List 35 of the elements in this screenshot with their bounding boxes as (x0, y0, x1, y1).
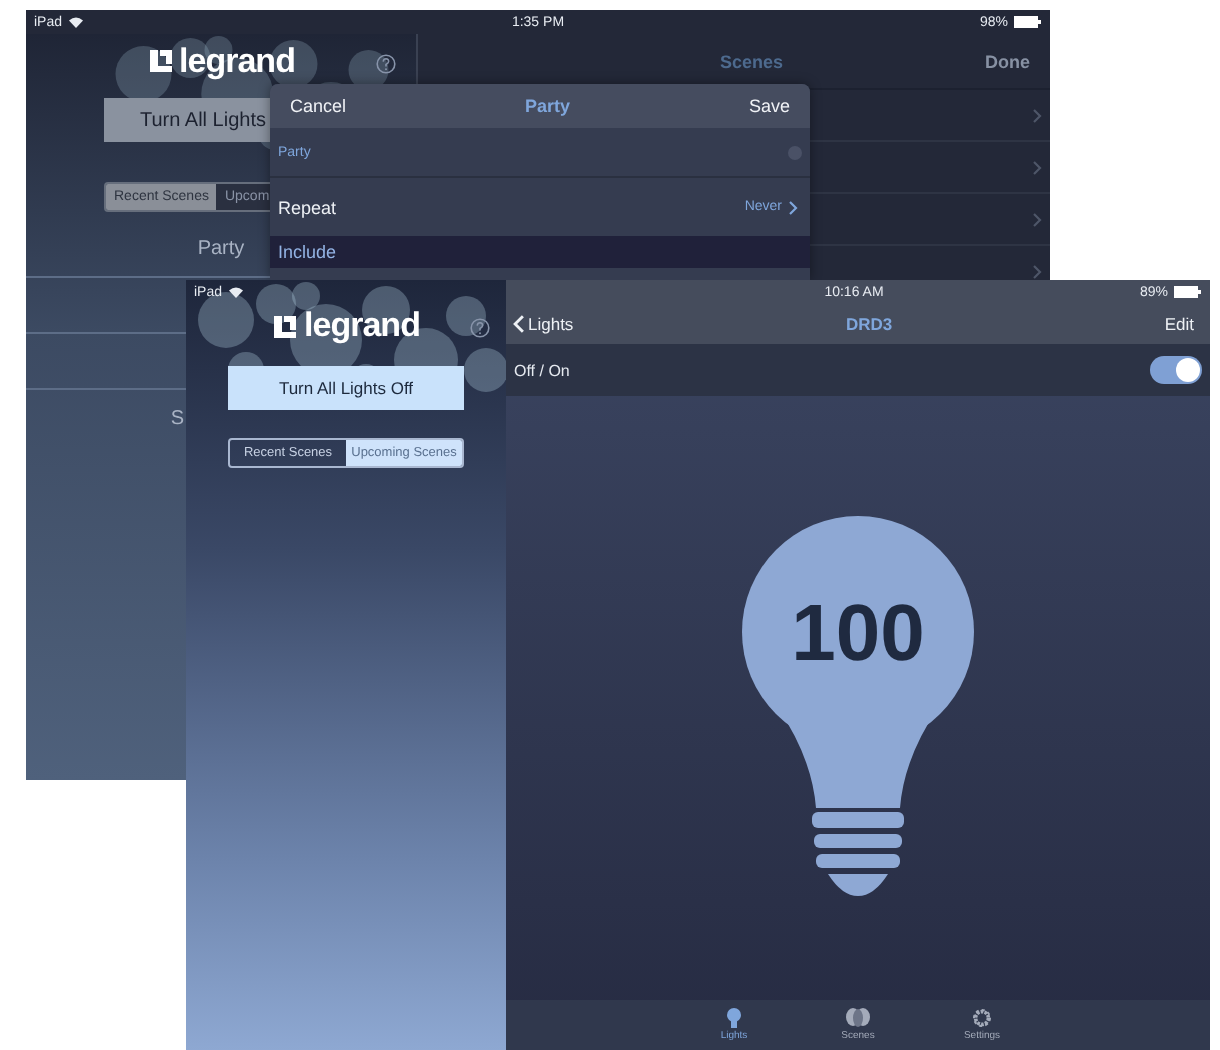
chevron-icon (1032, 159, 1042, 175)
wifi-icon (228, 286, 245, 298)
power-toggle[interactable] (1150, 356, 1202, 384)
logo-text: legrand (304, 306, 420, 346)
back-chevron-icon (512, 313, 526, 335)
scene-item[interactable]: Party (197, 237, 245, 259)
toggle-label: Off / On (514, 361, 570, 379)
repeat-label: Repeat (278, 197, 337, 217)
battery-icon (1013, 16, 1042, 28)
nav-title: DRD3 (845, 314, 893, 334)
help-icon (376, 54, 396, 74)
battery-icon (1173, 286, 1202, 298)
logo-mark-icon (147, 48, 174, 74)
brightness-value: 100 (789, 594, 927, 674)
done-link[interactable]: Done (985, 51, 1030, 71)
chevron-icon (1032, 107, 1042, 123)
chevron-icon (1032, 211, 1042, 227)
logo-mark-icon (272, 313, 299, 339)
scene-item[interactable]: S (170, 407, 184, 429)
all-lights-button[interactable]: Turn All Lights (104, 98, 272, 142)
section-header: Include (270, 236, 810, 268)
scenes-icon (846, 1008, 870, 1028)
back-link[interactable]: Lights (514, 314, 574, 334)
bulb-icon (726, 1008, 742, 1028)
cancel-button[interactable]: Cancel (290, 96, 347, 116)
settings-icon (972, 1008, 992, 1028)
nav-title: Scenes (717, 51, 786, 71)
all-lights-button[interactable]: Turn All Lights Off (228, 366, 464, 410)
save-button[interactable]: Save (748, 96, 790, 116)
help-icon (470, 318, 490, 338)
logo-text: legrand (179, 41, 295, 81)
edit-link[interactable]: Edit (1164, 314, 1194, 334)
wifi-icon (68, 16, 85, 28)
dialog-title: Party (524, 96, 570, 116)
chevron-icon (788, 199, 798, 215)
